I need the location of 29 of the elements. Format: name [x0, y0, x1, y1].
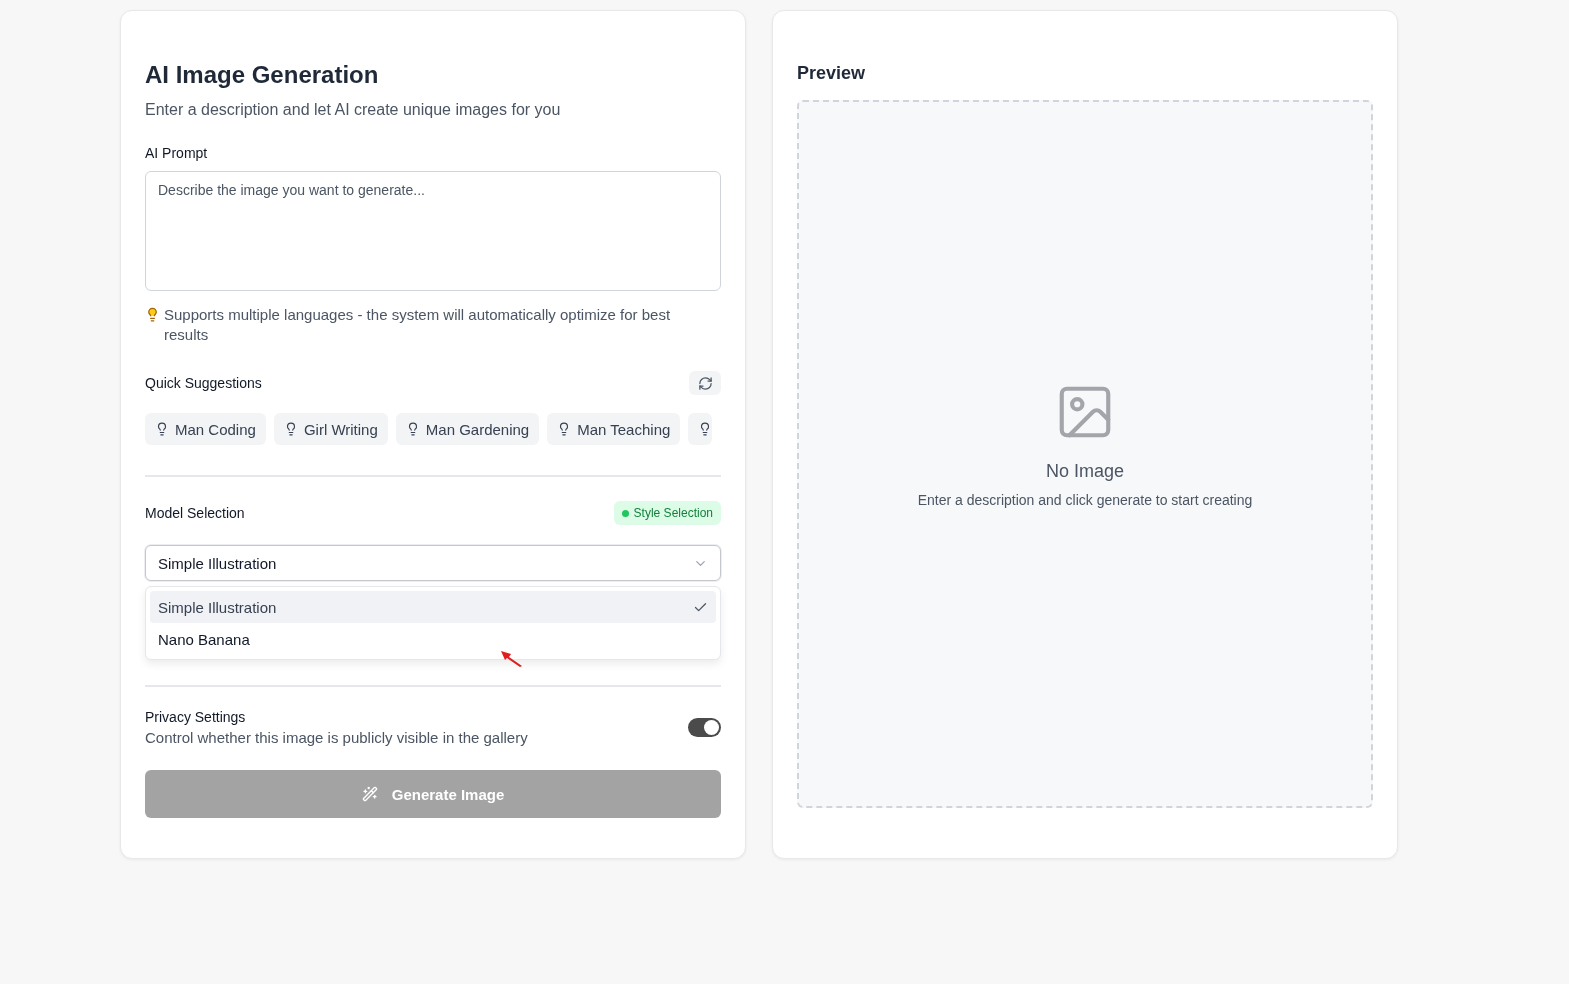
section-label: Model Selection [145, 505, 245, 521]
empty-title: No Image [1045, 460, 1124, 482]
pointer-arrow-icon [501, 651, 523, 667]
magic-wand-icon [361, 786, 378, 802]
lightbulb-icon [145, 307, 160, 322]
hint-text: Supports multiple languages - the system will automatically optimize for best results [164, 305, 672, 345]
refresh-button[interactable] [689, 371, 721, 395]
page-subtitle: Enter a description and let AI create unique images for you [145, 101, 562, 119]
model-select[interactable]: Simple Illustration [145, 545, 721, 581]
privacy-toggle[interactable] [688, 718, 721, 737]
page-title: AI Image Generation [145, 61, 380, 89]
lightbulb-icon [155, 422, 169, 436]
suggestion-chip[interactable]: Girl Writing [273, 413, 388, 445]
suggestion-chip[interactable]: Man Teaching [547, 413, 681, 445]
dropdown-option[interactable]: Nano Banana [150, 623, 716, 655]
setting-description: Control whether this image is publicly visible in the gallery [145, 729, 528, 746]
empty-text: Enter a description and click generate to start creating [917, 491, 1253, 508]
suggestion-chip[interactable] [688, 413, 713, 445]
preview-title: Preview [797, 63, 867, 84]
status-dot [621, 509, 629, 517]
prompt-field[interactable]: Describe the image you want to generate... [145, 171, 721, 291]
field-label: AI Prompt [145, 145, 209, 161]
dropdown-option[interactable]: Simple Illustration [150, 591, 716, 623]
setting-title: Privacy Settings [145, 709, 247, 725]
refresh-icon [697, 375, 713, 391]
status-badge: Style Selection [613, 501, 721, 525]
suggestion-chip[interactable]: Man Coding [145, 413, 266, 445]
section-label: Quick Suggestions [145, 375, 262, 391]
suggestion-chip[interactable]: Man Gardening [395, 413, 540, 445]
